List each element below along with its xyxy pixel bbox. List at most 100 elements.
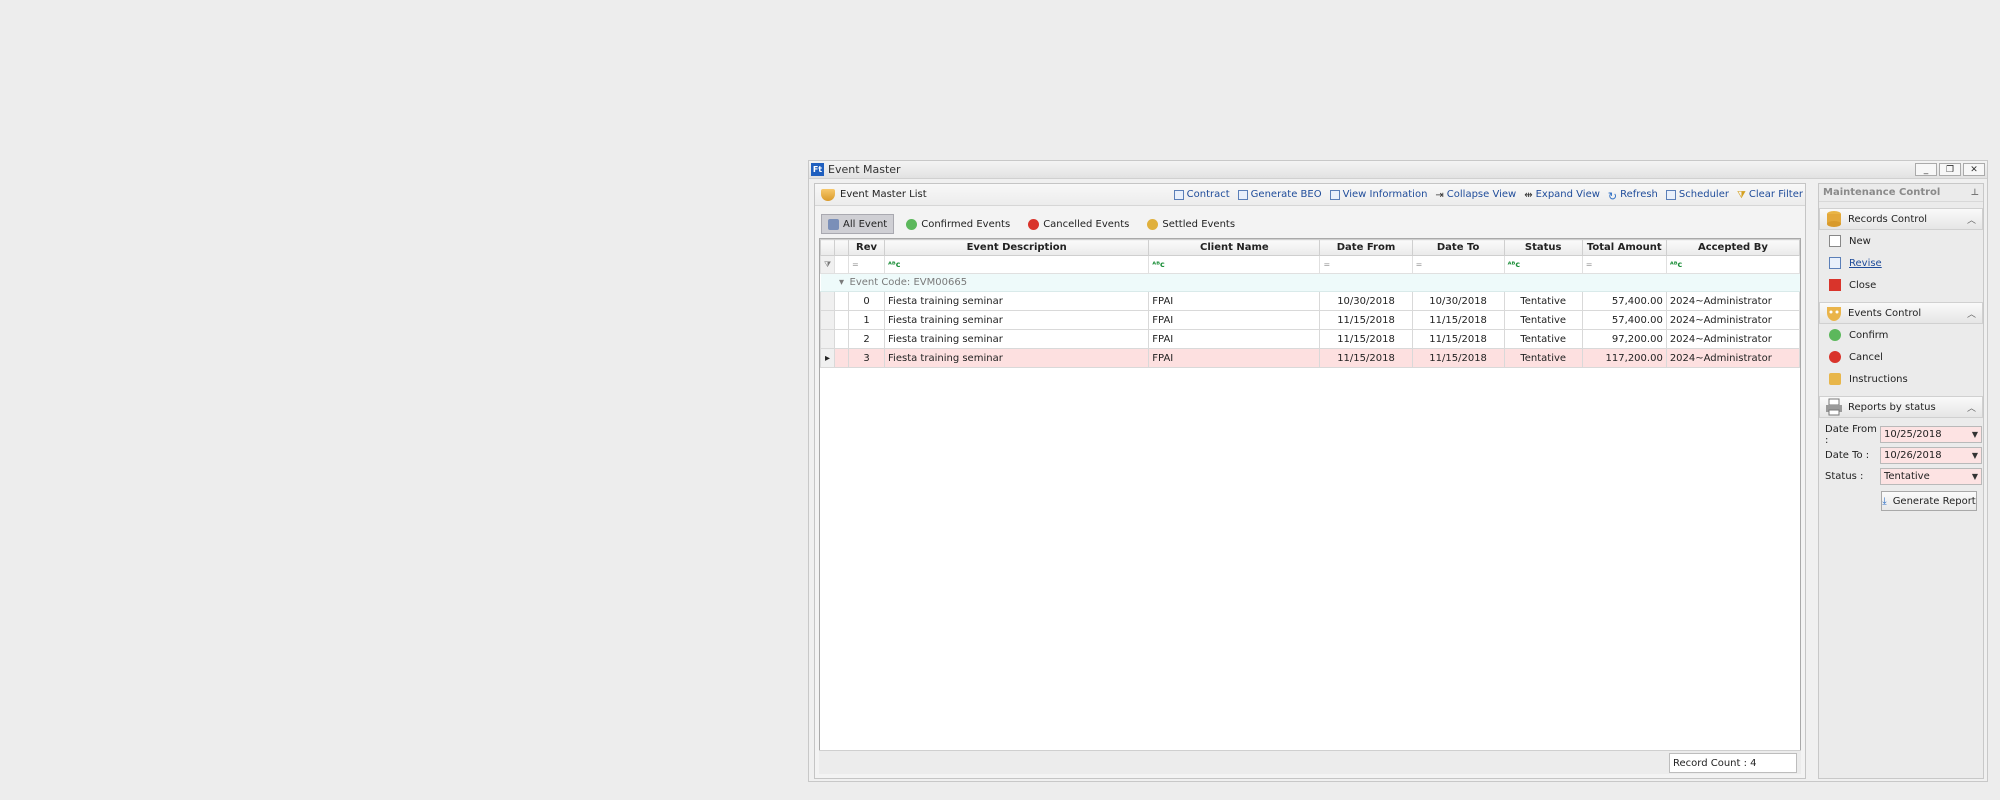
pin-icon[interactable]: ⊥	[1971, 188, 1983, 198]
new-button[interactable]: New	[1819, 230, 1983, 252]
instructions-button[interactable]: Instructions	[1819, 368, 1983, 390]
document-icon	[1173, 189, 1184, 200]
restore-button[interactable]: ❐	[1939, 163, 1961, 176]
filter-rev[interactable]: =	[847, 255, 886, 274]
chevron-up-icon[interactable]: ︿	[1967, 213, 1976, 226]
status-tabs: All Event Confirmed Events Cancelled Eve…	[821, 214, 1241, 234]
filter-total-amount[interactable]: =	[1581, 255, 1667, 274]
event-master-window: Ft Event Master _ ❐ ✕ Event Master List …	[808, 160, 1988, 782]
chevron-up-icon[interactable]: ︿	[1967, 401, 1976, 414]
filter-status[interactable]: ᴬᴮc	[1503, 255, 1583, 274]
date-to-row: Date To : 10/26/2018 ▼	[1819, 445, 1983, 466]
records-control-header[interactable]: Records Control ︿	[1819, 208, 1983, 230]
column-header-date-from[interactable]: Date From	[1319, 239, 1413, 256]
edit-icon	[1829, 257, 1841, 269]
collapse-view-button[interactable]: ⇥ Collapse View	[1435, 189, 1516, 201]
cancel-icon	[1028, 218, 1040, 230]
filter-date-to[interactable]: =	[1411, 255, 1505, 274]
side-panel-title: Maintenance Control ⊥	[1819, 184, 1983, 202]
check-icon	[906, 218, 918, 230]
table-row[interactable]: 0 Fiesta training seminar FPAI 10/30/201…	[820, 291, 1801, 311]
confirm-button[interactable]: Confirm	[1819, 324, 1983, 346]
date-from-picker[interactable]: 10/25/2018 ▼	[1880, 426, 1982, 443]
title-bar: Ft Event Master _ ❐ ✕	[809, 161, 1987, 179]
refresh-button[interactable]: ↻ Refresh	[1607, 189, 1658, 203]
column-header-rev[interactable]: Rev	[847, 239, 886, 256]
events-grid: Rev Event Description Client Name Date F…	[819, 238, 1801, 751]
contract-button[interactable]: Contract	[1173, 189, 1230, 200]
mask-icon	[821, 188, 835, 201]
column-header-accepted-by[interactable]: Accepted By	[1665, 239, 1801, 256]
refresh-icon: ↻	[1607, 189, 1618, 203]
window-title: Event Master	[828, 163, 901, 176]
tab-confirmed-events[interactable]: Confirmed Events	[900, 214, 1016, 234]
tab-all-event[interactable]: All Event	[821, 214, 895, 234]
maintenance-control-panel: Maintenance Control ⊥ Records Control ︿ …	[1818, 183, 1984, 779]
view-information-button[interactable]: View Information	[1329, 189, 1427, 200]
document-icon	[1237, 189, 1248, 200]
group-row[interactable]: ▾ Event Code: EVM00665	[820, 273, 1800, 292]
tab-settled-events[interactable]: Settled Events	[1141, 214, 1241, 234]
expand-view-button[interactable]: ⇹ Expand View	[1524, 189, 1600, 201]
close-icon	[1829, 279, 1841, 291]
collapse-group-icon[interactable]: ▾	[834, 273, 849, 292]
column-header-status[interactable]: Status	[1503, 239, 1583, 256]
status-row: Status : Tentative ▼	[1819, 466, 1983, 487]
events-control-header[interactable]: Events Control ︿	[1819, 302, 1983, 324]
group-label: Event Code: EVM00665	[848, 273, 1800, 292]
grid-footer: Record Count : 4	[819, 750, 1801, 774]
column-header-total-amount[interactable]: Total Amount	[1581, 239, 1667, 256]
window-controls: _ ❐ ✕	[1915, 163, 1987, 176]
table-row[interactable]: 2 Fiesta training seminar FPAI 11/15/201…	[820, 329, 1801, 349]
cancel-event-button[interactable]: Cancel	[1819, 346, 1983, 368]
mask-icon	[1827, 307, 1841, 321]
date-from-label: Date From :	[1825, 423, 1877, 446]
indicator-header	[820, 239, 835, 256]
filter-funnel-icon: ⧩	[820, 255, 835, 274]
filter-client-name[interactable]: ᴬᴮc	[1148, 255, 1321, 274]
row-pointer-icon: ▸	[820, 348, 835, 368]
scheduler-button[interactable]: Scheduler	[1665, 189, 1729, 200]
clear-filter-icon: ⧩	[1736, 189, 1746, 201]
instructions-icon	[1829, 373, 1841, 385]
clear-filter-button[interactable]: ⧩ Clear Filter	[1736, 189, 1803, 201]
download-icon: ⤓	[1882, 495, 1887, 507]
date-to-picker[interactable]: 10/26/2018 ▼	[1880, 447, 1982, 464]
filter-date-from[interactable]: =	[1319, 255, 1413, 274]
close-record-button[interactable]: Close	[1819, 274, 1983, 296]
minimize-button[interactable]: _	[1915, 163, 1937, 176]
filter-accepted-by[interactable]: ᴬᴮc	[1665, 255, 1801, 274]
revise-button[interactable]: Revise	[1819, 252, 1983, 274]
confirm-icon	[1829, 329, 1841, 341]
status-label: Status :	[1825, 471, 1864, 482]
filter-spacer	[834, 255, 849, 274]
close-button[interactable]: ✕	[1963, 163, 1985, 176]
dropdown-arrow-icon[interactable]: ▼	[1972, 430, 1978, 439]
header-row: Rev Event Description Client Name Date F…	[820, 239, 1801, 256]
table-row[interactable]: 1 Fiesta training seminar FPAI 11/15/201…	[820, 310, 1801, 330]
dropdown-arrow-icon[interactable]: ▼	[1972, 472, 1978, 481]
chevron-up-icon[interactable]: ︿	[1967, 307, 1976, 320]
panel-header: Event Master List Contract Generate BEO …	[815, 184, 1805, 206]
date-to-label: Date To :	[1825, 450, 1870, 461]
cancel-icon	[1829, 351, 1841, 363]
column-header-date-to[interactable]: Date To	[1411, 239, 1505, 256]
table-row-selected[interactable]: ▸ 3 Fiesta training seminar FPAI 11/15/2…	[820, 348, 1801, 368]
printer-icon	[1826, 398, 1842, 416]
app-icon: Ft	[811, 163, 824, 176]
generate-report-button[interactable]: ⤓ Generate Report	[1881, 491, 1977, 511]
tab-cancelled-events[interactable]: Cancelled Events	[1022, 214, 1135, 234]
generate-beo-button[interactable]: Generate BEO	[1237, 189, 1322, 200]
filter-event-description[interactable]: ᴬᴮc	[884, 255, 1150, 274]
group-header	[834, 239, 849, 256]
filter-row: ⧩ = ᴬᴮc ᴬᴮc = = ᴬᴮc = ᴬᴮc	[820, 255, 1801, 274]
list-icon	[828, 218, 839, 230]
column-header-event-description[interactable]: Event Description	[884, 239, 1150, 256]
new-document-icon	[1829, 235, 1841, 247]
dropdown-arrow-icon[interactable]: ▼	[1972, 451, 1978, 460]
column-header-client-name[interactable]: Client Name	[1148, 239, 1321, 256]
reports-by-status-header[interactable]: Reports by status ︿	[1819, 396, 1983, 418]
panel-title: Event Master List	[840, 189, 927, 200]
expand-icon: ⇹	[1524, 189, 1533, 201]
status-select[interactable]: Tentative ▼	[1880, 468, 1982, 485]
